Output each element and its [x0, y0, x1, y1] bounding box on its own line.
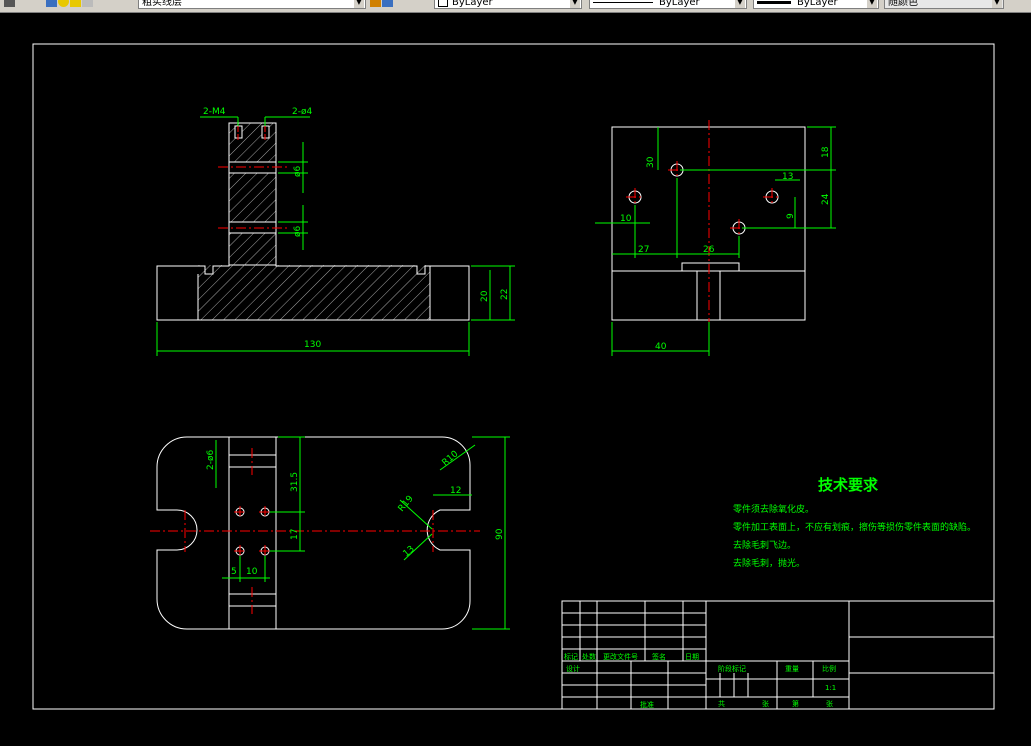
color-dropdown[interactable]: ByLayer ▼ [434, 0, 582, 9]
cad-drawing: 2-M4 2-ø4 130 20 22 ø6 ø6 30 18 13 24 9 … [32, 43, 995, 710]
color-value: ByLayer [452, 0, 493, 8]
dim-thread-right: 2-ø4 [292, 107, 312, 117]
dim-height-22: 22 [500, 289, 510, 300]
dim-thread-left: 2-M4 [203, 107, 226, 117]
front-section-view [156, 118, 470, 321]
top-view-dimensions [215, 436, 510, 630]
dim-30: 30 [646, 156, 656, 168]
tb-label-scale: 比例 [822, 664, 836, 673]
dim-18: 18 [821, 146, 831, 158]
dim-10-top: 10 [246, 567, 258, 577]
tb-label-weight: 重量 [785, 665, 799, 673]
top-view [156, 436, 471, 630]
dim-r10: R10 [441, 449, 461, 468]
linetype-dropdown[interactable]: ByLayer ▼ [589, 0, 747, 9]
dim-26: 26 [703, 245, 715, 255]
tb-label-approve: 批准 [640, 700, 654, 709]
tb-label-total: 共 [718, 699, 725, 708]
dim-17: 17 [290, 529, 300, 540]
tb-label-mark: 标记 [564, 652, 578, 661]
dim-12: 12 [450, 486, 461, 496]
layer-name: 粗实线层 [142, 0, 182, 8]
dim-2-d6: 2-ø6 [206, 450, 216, 470]
dim-24: 24 [821, 193, 831, 205]
layer-state-icons[interactable] [46, 0, 94, 10]
tech-req-line-4: 去除毛刺，抛光。 [733, 557, 805, 569]
tb-label-count: 处数 [582, 652, 596, 661]
linetype-preview [593, 1, 653, 3]
tech-requirements-title: 技术要求 [818, 476, 879, 494]
color-swatch [438, 0, 448, 7]
tech-req-line-2: 零件加工表面上，不应有划痕，擦伤等损伤零件表面的缺陷。 [733, 521, 976, 533]
chevron-down-icon[interactable]: ▼ [867, 0, 877, 8]
tech-req-line-1: 零件须去除氧化皮。 [733, 503, 814, 515]
dim-dia-a: ø6 [293, 165, 303, 177]
dim-10: 10 [620, 214, 632, 224]
chevron-down-icon[interactable]: ▼ [992, 0, 1002, 8]
dim-9: 9 [786, 213, 796, 219]
sheet-border [32, 43, 995, 710]
dim-40: 40 [655, 342, 667, 352]
tech-requirements: 技术要求 零件须去除氧化皮。 零件加工表面上，不应有划痕，擦伤等损伤零件表面的缺… [733, 476, 976, 569]
tb-label-design: 设计 [566, 664, 580, 673]
tb-label-change-doc: 更改文件号 [603, 652, 638, 661]
tb-label-date: 日期 [685, 653, 699, 661]
chevron-down-icon[interactable]: ▼ [735, 0, 745, 8]
dim-height-20: 20 [480, 290, 490, 302]
layer-manager-icon[interactable] [4, 0, 16, 10]
tb-label-stage: 阶段标记 [718, 664, 746, 673]
side-view-centerlines [626, 120, 781, 330]
dim-width-130: 130 [304, 340, 321, 350]
dim-5: 5 [231, 567, 237, 577]
dim-13: 13 [782, 172, 793, 182]
lineweight-value: ByLayer [797, 0, 838, 8]
plotstyle-dropdown[interactable]: 随颜色 ▼ [884, 0, 1004, 9]
tb-scale-value: 1:1 [825, 684, 836, 692]
lineweight-dropdown[interactable]: ByLayer ▼ [753, 0, 879, 9]
tech-req-line-3: 去除毛刺飞边。 [733, 539, 796, 551]
dim-r19: R19 [397, 494, 416, 514]
tb-label-sheet: 张 [826, 699, 833, 708]
properties-toolbar: 粗实线层 ▼ ByLayer ▼ ByLayer ▼ ByLayer ▼ 随颜色… [0, 0, 1031, 13]
lineweight-preview [757, 0, 791, 4]
layer-dropdown[interactable]: 粗实线层 ▼ [138, 0, 366, 9]
dim-13-top: 13 [402, 544, 417, 559]
dim-31-5: 31.5 [290, 472, 300, 492]
tb-label-sheets: 张 [762, 699, 769, 708]
dim-dia-b: ø6 [293, 225, 303, 237]
drawing-canvas[interactable]: 2-M4 2-ø4 130 20 22 ø6 ø6 30 18 13 24 9 … [0, 13, 1031, 742]
top-view-centerlines [150, 448, 480, 614]
linetype-value: ByLayer [659, 0, 700, 8]
side-view-dimensions [595, 126, 836, 356]
chevron-down-icon[interactable]: ▼ [570, 0, 580, 8]
dim-27: 27 [638, 245, 649, 255]
tb-label-sign: 签名 [652, 652, 666, 661]
chevron-down-icon[interactable]: ▼ [354, 0, 364, 8]
plotstyle-value: 随颜色 [888, 0, 918, 8]
tb-label-page: 第 [792, 699, 799, 708]
dim-90: 90 [495, 528, 505, 540]
make-current-layer-icon[interactable] [370, 0, 394, 10]
